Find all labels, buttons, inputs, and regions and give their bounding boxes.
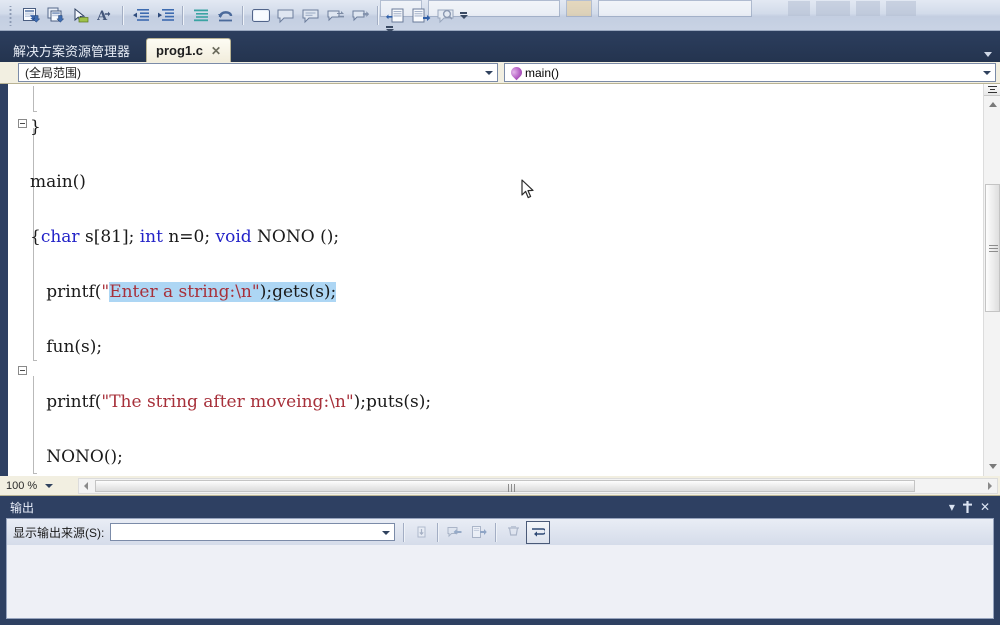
scope-dropdown-value: (全局范围) bbox=[25, 66, 81, 80]
editor-gutter[interactable] bbox=[8, 84, 30, 476]
navigate-forward-icon[interactable] bbox=[44, 4, 67, 27]
code-line: printf("The string after moveing:\n");pu… bbox=[30, 391, 432, 412]
editor-horizontal-scrollbar[interactable] bbox=[78, 477, 998, 494]
selected-text: );gets(s); bbox=[259, 281, 337, 302]
code-editor[interactable]: } main() {char s[81]; int n=0; void NONO… bbox=[0, 84, 1000, 476]
tab-close-icon[interactable]: ✕ bbox=[211, 44, 221, 58]
scope-dropdown[interactable]: (全局范围) bbox=[18, 63, 498, 82]
navigate-backward-icon[interactable] bbox=[19, 4, 42, 27]
scroll-left-arrow[interactable] bbox=[79, 479, 93, 493]
vertical-scroll-thumb[interactable] bbox=[985, 184, 1000, 312]
code-line: printf("Enter a string:\n");gets(s); bbox=[30, 281, 337, 302]
clear-output-icon[interactable] bbox=[410, 522, 432, 543]
svg-text:A: A bbox=[97, 9, 108, 24]
chevron-down-icon[interactable] bbox=[983, 71, 991, 75]
scroll-down-arrow[interactable] bbox=[984, 459, 1000, 474]
code-line: main() bbox=[30, 171, 86, 192]
window-menu-icon[interactable]: ▾ bbox=[949, 501, 955, 513]
selected-text: Enter a string:\n" bbox=[109, 281, 260, 302]
select-pointer-icon[interactable] bbox=[69, 4, 92, 27]
goto-next-message-icon[interactable] bbox=[468, 522, 490, 543]
tab-label: 解决方案资源管理器 bbox=[13, 43, 131, 59]
chevron-down-icon[interactable] bbox=[485, 71, 493, 75]
document-right-icon[interactable] bbox=[409, 4, 432, 27]
split-view-button[interactable] bbox=[984, 84, 1000, 96]
scroll-right-arrow[interactable] bbox=[983, 479, 997, 493]
method-icon bbox=[508, 64, 525, 81]
code-navigation-bar: (全局范围) main() bbox=[0, 62, 1000, 84]
collapse-toggle-nono[interactable] bbox=[18, 366, 27, 375]
toolbar-separator bbox=[122, 6, 124, 25]
comment-balloon-icon[interactable] bbox=[274, 4, 297, 27]
close-icon[interactable]: ✕ bbox=[980, 501, 990, 513]
tab-strip-menu-icon[interactable] bbox=[984, 52, 992, 57]
zoom-level-control[interactable]: 100 % bbox=[0, 480, 78, 492]
font-size-icon[interactable]: A bbox=[94, 4, 117, 27]
output-pane-title-bar: 输出 ▾ ✕ bbox=[6, 496, 994, 518]
toolbar-separator bbox=[242, 6, 244, 25]
toolbar-drag-grip[interactable] bbox=[8, 5, 15, 26]
mouse-cursor bbox=[521, 179, 537, 201]
tab-prog1-c[interactable]: prog1.c ✕ bbox=[146, 38, 232, 62]
output-pane-body: 显示输出来源(S): bbox=[6, 518, 994, 619]
editor-toolbar: A bbox=[0, 0, 1000, 33]
document-tab-strip: 解决方案资源管理器 prog1.c ✕ bbox=[0, 31, 1000, 62]
undo-icon[interactable] bbox=[214, 4, 237, 27]
output-pane: 输出 ▾ ✕ 显示输出来源(S): bbox=[0, 496, 1000, 625]
comment-prev-icon[interactable] bbox=[324, 4, 347, 27]
search-balloon-icon[interactable] bbox=[434, 4, 457, 27]
output-text-content[interactable] bbox=[7, 545, 993, 618]
chevron-down-icon[interactable] bbox=[382, 531, 391, 535]
indent-increase-icon[interactable] bbox=[154, 4, 177, 27]
tab-label: prog1.c bbox=[156, 43, 203, 58]
chevron-down-icon[interactable] bbox=[45, 483, 54, 488]
vs-ide-window: A 解决方案资源管理器 prog1.c ✕ (全局范围) main()} ma… bbox=[0, 0, 1000, 625]
code-text[interactable]: } main() {char s[81]; int n=0; void NONO… bbox=[30, 84, 983, 476]
goto-previous-message-icon[interactable] bbox=[444, 522, 466, 543]
output-source-dropdown[interactable] bbox=[110, 523, 396, 541]
code-line: } bbox=[30, 116, 41, 137]
new-window-icon[interactable] bbox=[249, 4, 272, 27]
comment-balloon-2-icon[interactable] bbox=[299, 4, 322, 27]
toolbar-separator bbox=[182, 6, 184, 25]
indent-decrease-icon[interactable] bbox=[129, 4, 152, 27]
output-source-value bbox=[111, 524, 115, 538]
member-dropdown-value: main() bbox=[525, 65, 560, 80]
tab-solution-explorer[interactable]: 解决方案资源管理器 bbox=[4, 38, 139, 62]
horizontal-scroll-thumb[interactable] bbox=[95, 479, 915, 492]
code-line: NONO(); bbox=[30, 446, 123, 467]
member-dropdown[interactable]: main() bbox=[504, 63, 996, 82]
output-toolbar: 显示输出来源(S): bbox=[7, 519, 993, 546]
code-line: {char s[81]; int n=0; void NONO (); bbox=[30, 226, 340, 247]
output-pane-title: 输出 bbox=[10, 500, 35, 515]
editor-status-bar: 100 % bbox=[0, 476, 1000, 496]
comment-block-icon[interactable] bbox=[189, 4, 212, 27]
clear-all-icon[interactable] bbox=[502, 522, 524, 543]
toolbar-separator bbox=[377, 6, 379, 25]
comment-next-icon[interactable] bbox=[349, 4, 372, 27]
output-source-label: 显示输出来源(S): bbox=[13, 525, 105, 540]
toolbar-overflow-button[interactable] bbox=[458, 4, 469, 27]
collapse-toggle-main[interactable] bbox=[18, 119, 27, 128]
zoom-level-value: 100 % bbox=[6, 479, 38, 492]
editor-vertical-scrollbar[interactable] bbox=[983, 84, 1000, 476]
scroll-up-arrow[interactable] bbox=[984, 97, 1000, 112]
toolbar-button-group: A bbox=[6, 0, 469, 31]
pin-icon[interactable] bbox=[962, 501, 972, 513]
code-line: fun(s); bbox=[30, 336, 103, 357]
toggle-word-wrap-icon[interactable] bbox=[526, 520, 551, 544]
